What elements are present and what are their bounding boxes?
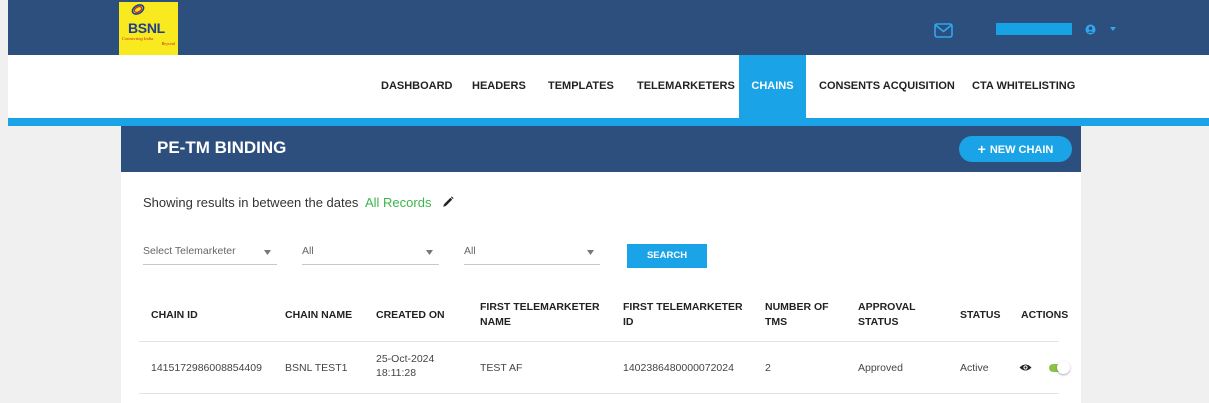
cell-created-time: 18:11:28 [376, 367, 417, 379]
col-first-tm-name-line1: FIRST TELEMARKETER [480, 301, 600, 313]
cell-chain-name: BSNL TEST1 [285, 362, 348, 374]
col-chain-id: CHAIN ID [151, 309, 198, 321]
col-chain-name: CHAIN NAME [285, 309, 353, 321]
filter-select-3-value: All [464, 245, 476, 257]
card-header: PE-TM BINDING + NEW CHAIN [121, 126, 1081, 172]
plus-icon: + [977, 141, 986, 157]
nav-templates[interactable]: TEMPLATES [548, 55, 614, 118]
cell-status: Active [960, 362, 989, 374]
nav-cta-whitelisting[interactable]: CTA WHITELISTING [972, 55, 1075, 118]
pencil-icon[interactable] [442, 196, 454, 208]
col-actions: ACTIONS [1021, 309, 1069, 321]
results-text: Showing results in between the dates [143, 195, 359, 210]
telemarketer-select[interactable]: Select Telemarketer [143, 243, 277, 265]
user-circle-icon[interactable] [1085, 24, 1096, 35]
nav-chains[interactable]: CHAINS [739, 55, 806, 118]
nav-dashboard[interactable]: DASHBOARD [381, 55, 453, 118]
chevron-down-icon [264, 250, 271, 255]
mail-icon[interactable] [934, 23, 953, 38]
cell-first-tm-name: TEST AF [480, 362, 523, 374]
col-approval-status-line2: STATUS [858, 316, 899, 328]
nav-consents-acquisition[interactable]: CONSENTS ACQUISITION [819, 55, 955, 118]
telemarketer-select-value: Select Telemarketer [143, 245, 236, 257]
cell-created-date: 25-Oct-2024 [376, 353, 435, 365]
cell-first-tm-id: 1402386480000072024 [623, 362, 734, 374]
col-created-on: CREATED ON [376, 309, 445, 321]
new-chain-button[interactable]: + NEW CHAIN [959, 136, 1072, 162]
col-first-tm-id: FIRST TELEMARKETER ID [623, 300, 743, 330]
table-row-divider [139, 393, 1059, 394]
cell-approval-status: Approved [858, 362, 903, 374]
col-approval-status-line1: APPROVAL [858, 301, 916, 313]
col-first-tm-id-line2: ID [623, 316, 634, 328]
logo-tagline: Connecting India Beyond [122, 36, 175, 46]
top-header-bar: BSNL Connecting India Beyond [8, 0, 1209, 55]
main-nav: DASHBOARD HEADERS TEMPLATES TELEMARKETER… [8, 55, 1209, 118]
col-number-of-tms-line2: TMS [765, 316, 788, 328]
col-first-tm-name-line2: NAME [480, 316, 511, 328]
logo-swirl-icon [131, 4, 145, 15]
filter-select-2-value: All [302, 245, 314, 257]
col-first-tm-id-line1: FIRST TELEMARKETER [623, 301, 743, 313]
cell-chain-id: 1415172986008854409 [151, 362, 262, 374]
search-button[interactable]: SEARCH [627, 244, 707, 268]
date-range-link[interactable]: All Records [365, 195, 431, 210]
toggle-knob [1057, 361, 1070, 374]
status-toggle[interactable] [1047, 361, 1071, 374]
chevron-down-icon [426, 250, 433, 255]
cell-created-on: 25-Oct-2024 18:11:28 [376, 352, 434, 380]
table-header-divider [139, 341, 1059, 342]
cell-number-of-tms: 2 [765, 362, 771, 374]
col-number-of-tms: NUMBER OF TMS [765, 300, 829, 330]
eye-icon[interactable] [1019, 363, 1032, 372]
filter-select-2[interactable]: All [302, 243, 439, 265]
col-status: STATUS [960, 309, 1001, 321]
page-title: PE-TM BINDING [157, 138, 287, 157]
results-summary: Showing results in between the dates All… [143, 195, 454, 210]
bsnl-logo[interactable]: BSNL Connecting India Beyond [119, 2, 178, 55]
nav-accent-bar [8, 118, 1209, 126]
chevron-down-icon[interactable] [1110, 27, 1116, 31]
new-chain-label: NEW CHAIN [989, 144, 1054, 156]
chevron-down-icon [587, 250, 594, 255]
tagline-line-2: Beyond [161, 41, 176, 46]
nav-headers[interactable]: HEADERS [472, 55, 526, 118]
col-first-tm-name: FIRST TELEMARKETER NAME [480, 300, 600, 330]
chains-card: PE-TM BINDING + NEW CHAIN Showing results… [121, 126, 1081, 403]
col-approval-status: APPROVAL STATUS [858, 300, 916, 330]
col-number-of-tms-line1: NUMBER OF [765, 301, 829, 313]
logo-text: BSNL [128, 20, 165, 36]
filter-select-3[interactable]: All [464, 243, 600, 265]
nav-telemarketers[interactable]: TELEMARKETERS [637, 55, 735, 118]
username-box[interactable] [996, 23, 1072, 35]
